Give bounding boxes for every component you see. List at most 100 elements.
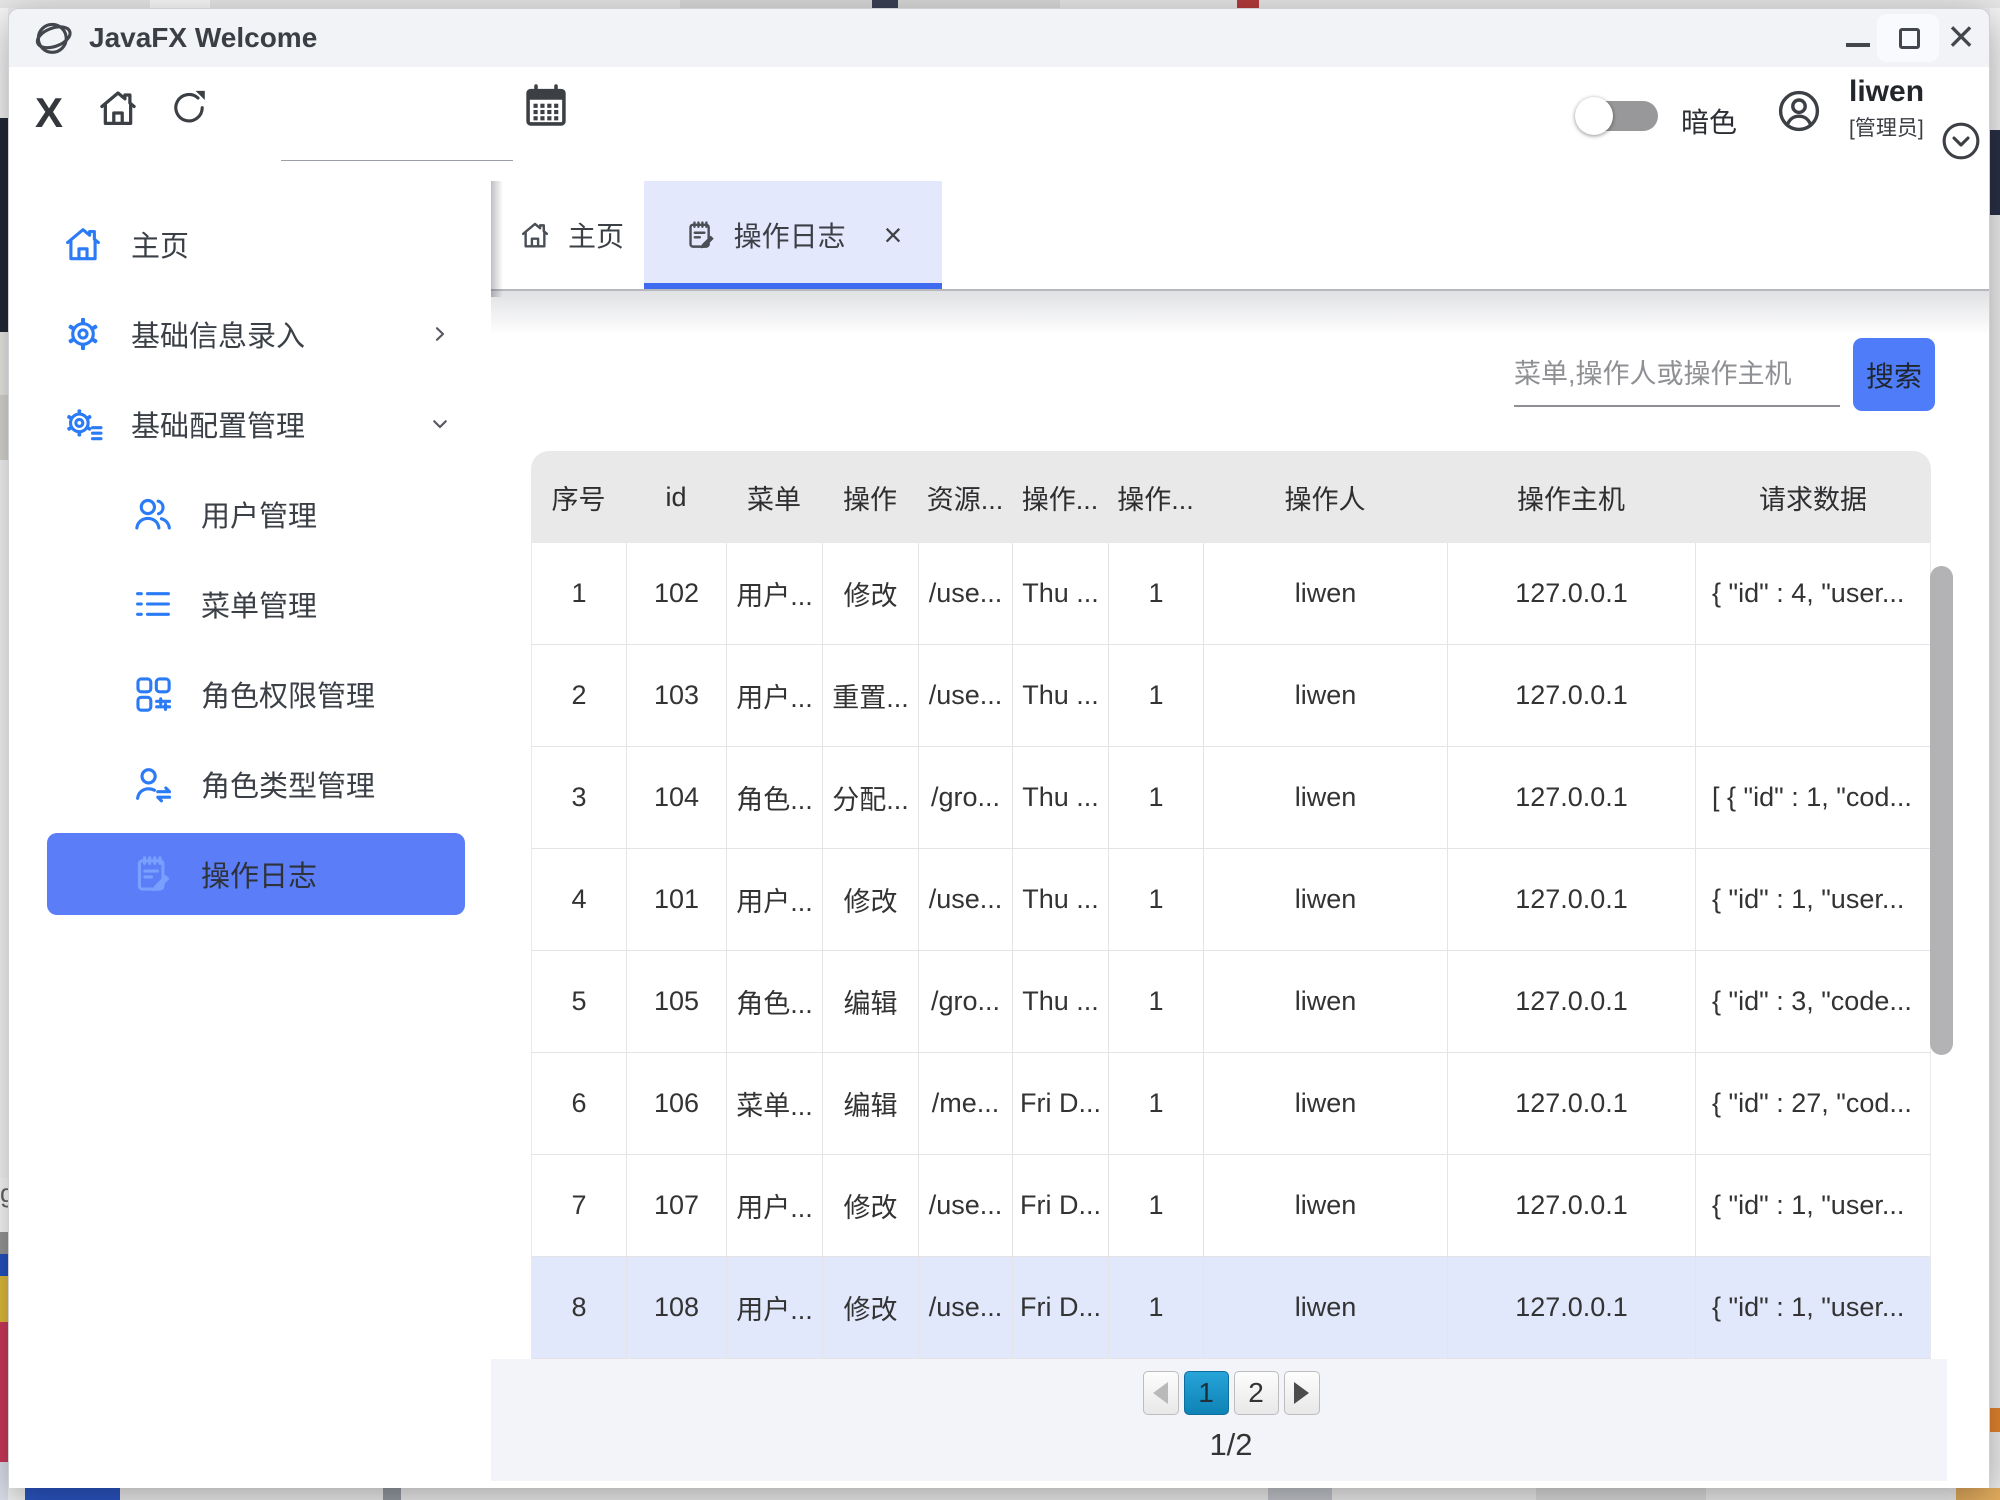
column-header[interactable]: id	[626, 482, 726, 513]
table-cell: /use...	[919, 543, 1013, 644]
column-header[interactable]: 请求数据	[1695, 478, 1931, 517]
background-fragment	[383, 1488, 401, 1500]
table-cell: 修改	[823, 1155, 919, 1256]
next-page-button[interactable]	[1284, 1371, 1320, 1415]
table-row[interactable]: 8108用户...修改/use...Fri D...1liwen127.0.0.…	[531, 1257, 1931, 1359]
table-cell: { "id" : 27, "cod...	[1696, 1053, 1932, 1154]
sidebar-item-users[interactable]: 用户管理	[47, 473, 465, 555]
background-fragment	[1990, 1408, 2000, 1432]
table-cell: 103	[627, 645, 727, 746]
table-cell: 角色...	[727, 747, 823, 848]
sidebar-item-roles[interactable]: 角色权限管理	[47, 653, 465, 735]
table-cell: /gro...	[919, 747, 1013, 848]
background-fragment	[1268, 1488, 1332, 1500]
table-cell: 编辑	[823, 951, 919, 1052]
table-cell: 127.0.0.1	[1448, 747, 1696, 848]
sidebar-item-roletype[interactable]: 角色类型管理	[47, 743, 465, 825]
table-cell: 用户...	[727, 543, 823, 644]
table-cell: 127.0.0.1	[1448, 951, 1696, 1052]
maximize-button[interactable]	[1899, 28, 1920, 49]
sidebar-item-log[interactable]: 操作日志	[47, 833, 465, 915]
table-cell: 1	[1109, 747, 1204, 848]
table-cell: liwen	[1204, 1053, 1448, 1154]
tab-log[interactable]: 操作日志 ×	[644, 181, 942, 289]
toolbar-nav-input[interactable]	[281, 117, 513, 161]
table-cell: 1	[1109, 1053, 1204, 1154]
table-cell: 用户...	[727, 1257, 823, 1358]
table-row[interactable]: 4101用户...修改/use...Thu ...1liwen127.0.0.1…	[531, 849, 1931, 951]
avatar-icon[interactable]	[1775, 87, 1823, 135]
close-button[interactable]: ×	[1939, 7, 1983, 65]
table-cell: /use...	[919, 849, 1013, 950]
column-header[interactable]: 操作	[822, 478, 918, 517]
column-header[interactable]: 资源...	[918, 478, 1012, 517]
sidebar-item-list[interactable]: 菜单管理	[47, 563, 465, 645]
user-role: [管理员]	[1849, 112, 1924, 142]
table-row[interactable]: 1102用户...修改/use...Thu ...1liwen127.0.0.1…	[531, 543, 1931, 645]
calendar-icon[interactable]	[521, 81, 571, 131]
table-cell: 修改	[823, 849, 919, 950]
table-cell: liwen	[1204, 1257, 1448, 1358]
table-cell: 3	[532, 747, 627, 848]
table-row[interactable]: 5105角色...编辑/gro...Thu ...1liwen127.0.0.1…	[531, 951, 1931, 1053]
table-cell: liwen	[1204, 543, 1448, 644]
tab-label: 操作日志	[734, 215, 846, 255]
table-cell: { "id" : 1, "user...	[1696, 849, 1932, 950]
table-cell: Fri D...	[1013, 1053, 1109, 1154]
background-fragment	[680, 0, 1060, 8]
table-cell	[1696, 645, 1932, 746]
page-button-1[interactable]: 1	[1184, 1371, 1229, 1415]
refresh-icon[interactable]	[167, 85, 211, 129]
table-cell: [ { "id" : 1, "cod...	[1696, 747, 1932, 848]
user-menu-chevron-down-icon[interactable]	[1939, 119, 1983, 163]
tab-close-icon[interactable]: ×	[884, 217, 903, 254]
table-cell: 5	[532, 951, 627, 1052]
tab-home[interactable]: 主页	[506, 181, 636, 289]
sidebar-item-gear-config[interactable]: 基础配置管理	[47, 383, 465, 465]
table-cell: 2	[532, 645, 627, 746]
prev-page-button[interactable]	[1143, 1371, 1179, 1415]
table-cell: /use...	[919, 645, 1013, 746]
search-button[interactable]: 搜索	[1853, 338, 1935, 411]
table-cell: 104	[627, 747, 727, 848]
column-header[interactable]: 序号	[531, 478, 626, 517]
gear-icon	[61, 312, 105, 356]
table-cell: /use...	[919, 1257, 1013, 1358]
table-cell: 修改	[823, 1257, 919, 1358]
column-header[interactable]: 操作...	[1108, 478, 1203, 517]
table-cell: 102	[627, 543, 727, 644]
page-summary: 1/2	[531, 1427, 1931, 1463]
table-cell: 1	[1109, 543, 1204, 644]
search-input[interactable]	[1514, 343, 1840, 407]
table-row[interactable]: 2103用户...重置.../use...Thu ...1liwen127.0.…	[531, 645, 1931, 747]
table-cell: 1	[1109, 1257, 1204, 1358]
column-header[interactable]: 操作...	[1012, 478, 1108, 517]
column-header[interactable]: 操作主机	[1447, 478, 1695, 517]
table-row[interactable]: 3104角色...分配.../gro...Thu ...1liwen127.0.…	[531, 747, 1931, 849]
table-cell: 角色...	[727, 951, 823, 1052]
pagination: 12	[531, 1371, 1931, 1415]
table-row[interactable]: 7107用户...修改/use...Fri D...1liwen127.0.0.…	[531, 1155, 1931, 1257]
dark-mode-toggle[interactable]	[1578, 101, 1658, 131]
user-name[interactable]: liwen	[1849, 75, 1924, 109]
minimize-button[interactable]	[1846, 43, 1870, 47]
page-button-2[interactable]: 2	[1234, 1371, 1279, 1415]
log-table: 序号id菜单操作资源...操作...操作...操作人操作主机请求数据 1102用…	[531, 451, 1931, 1359]
sidebar-item-label: 用户管理	[201, 493, 317, 535]
background-fragment	[25, 1488, 120, 1500]
column-header[interactable]: 操作人	[1203, 478, 1447, 517]
table-cell: /use...	[919, 1155, 1013, 1256]
prev-arrow-icon	[1153, 1382, 1168, 1404]
background-fragment	[1990, 8, 2000, 130]
vertical-scrollbar-thumb[interactable]	[1930, 566, 1953, 1055]
home-icon[interactable]	[95, 85, 141, 131]
table-cell: liwen	[1204, 1155, 1448, 1256]
sidebar-collapse-button[interactable]: X	[35, 89, 63, 137]
sidebar-item-gear[interactable]: 基础信息录入	[47, 293, 465, 375]
table-cell: 4	[532, 849, 627, 950]
table-cell: Thu ...	[1013, 951, 1109, 1052]
table-cell: Fri D...	[1013, 1257, 1109, 1358]
table-row[interactable]: 6106菜单...编辑/me...Fri D...1liwen127.0.0.1…	[531, 1053, 1931, 1155]
sidebar-item-home[interactable]: 主页	[47, 203, 465, 285]
column-header[interactable]: 菜单	[726, 478, 822, 517]
